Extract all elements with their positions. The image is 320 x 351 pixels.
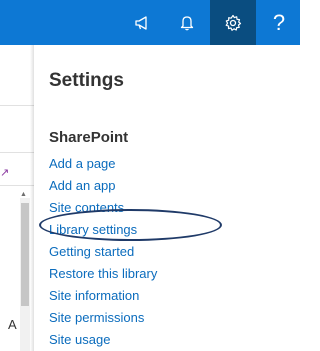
gear-icon [225,14,242,31]
megaphone-icon [134,15,147,30]
panel-title: Settings [49,70,124,91]
menu-item-restore-library[interactable]: Restore this library [49,263,157,285]
menu-item-site-usage[interactable]: Site usage [49,329,157,351]
menu-item-site-information[interactable]: Site information [49,285,157,307]
trending-arrow-icon: ↗ [0,167,10,179]
divider [0,185,34,186]
menu-item-site-permissions[interactable]: Site permissions [49,307,157,329]
section-title: SharePoint [49,129,129,146]
divider [0,105,34,106]
settings-menu: Add a page Add an app Site contents Libr… [49,153,157,351]
divider [0,152,34,153]
scrollbar-thumb[interactable] [21,203,29,306]
help-button[interactable]: ? [258,0,300,45]
scroll-up-icon[interactable]: ▲ [20,191,27,198]
feedback-button[interactable] [120,0,165,45]
settings-panel: Settings SharePoint Add a page Add an ap… [34,45,300,351]
settings-button[interactable] [210,0,256,45]
highlight-annotation [39,209,222,241]
help-icon: ? [272,9,286,35]
notifications-button[interactable] [164,0,209,45]
column-header-partial: A [8,317,17,332]
suite-bar: ? [0,0,300,45]
bell-icon [180,15,193,30]
background-page: ↗ ▲ A [0,45,34,351]
menu-item-getting-started[interactable]: Getting started [49,241,157,263]
menu-item-add-page[interactable]: Add a page [49,153,157,175]
menu-item-add-app[interactable]: Add an app [49,175,157,197]
